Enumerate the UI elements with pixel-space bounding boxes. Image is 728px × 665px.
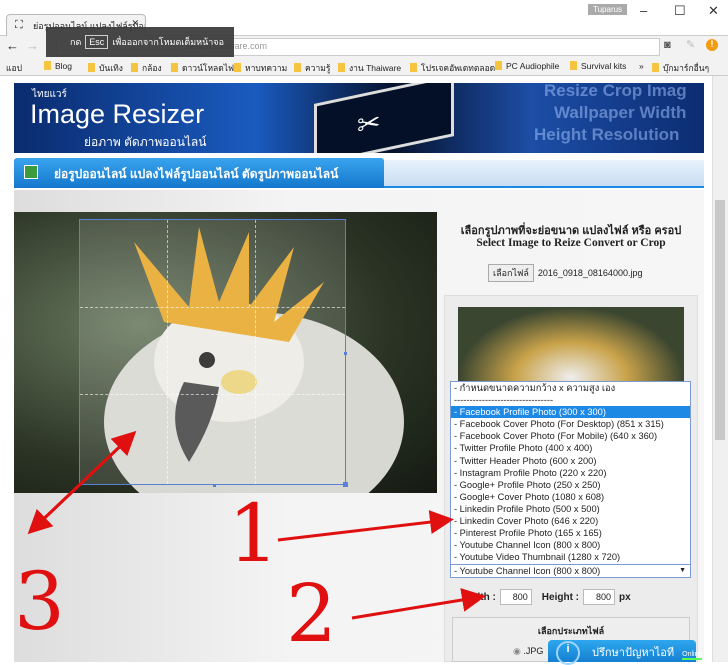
annotation-arrows — [27, 430, 486, 620]
annotation-3: 3 — [14, 555, 65, 648]
annotation-1: 1 — [228, 487, 279, 580]
arrow-1 — [277, 510, 454, 542]
arrow-2 — [351, 588, 486, 620]
annotation-2: 2 — [286, 567, 337, 660]
arrow-3b — [27, 433, 134, 535]
